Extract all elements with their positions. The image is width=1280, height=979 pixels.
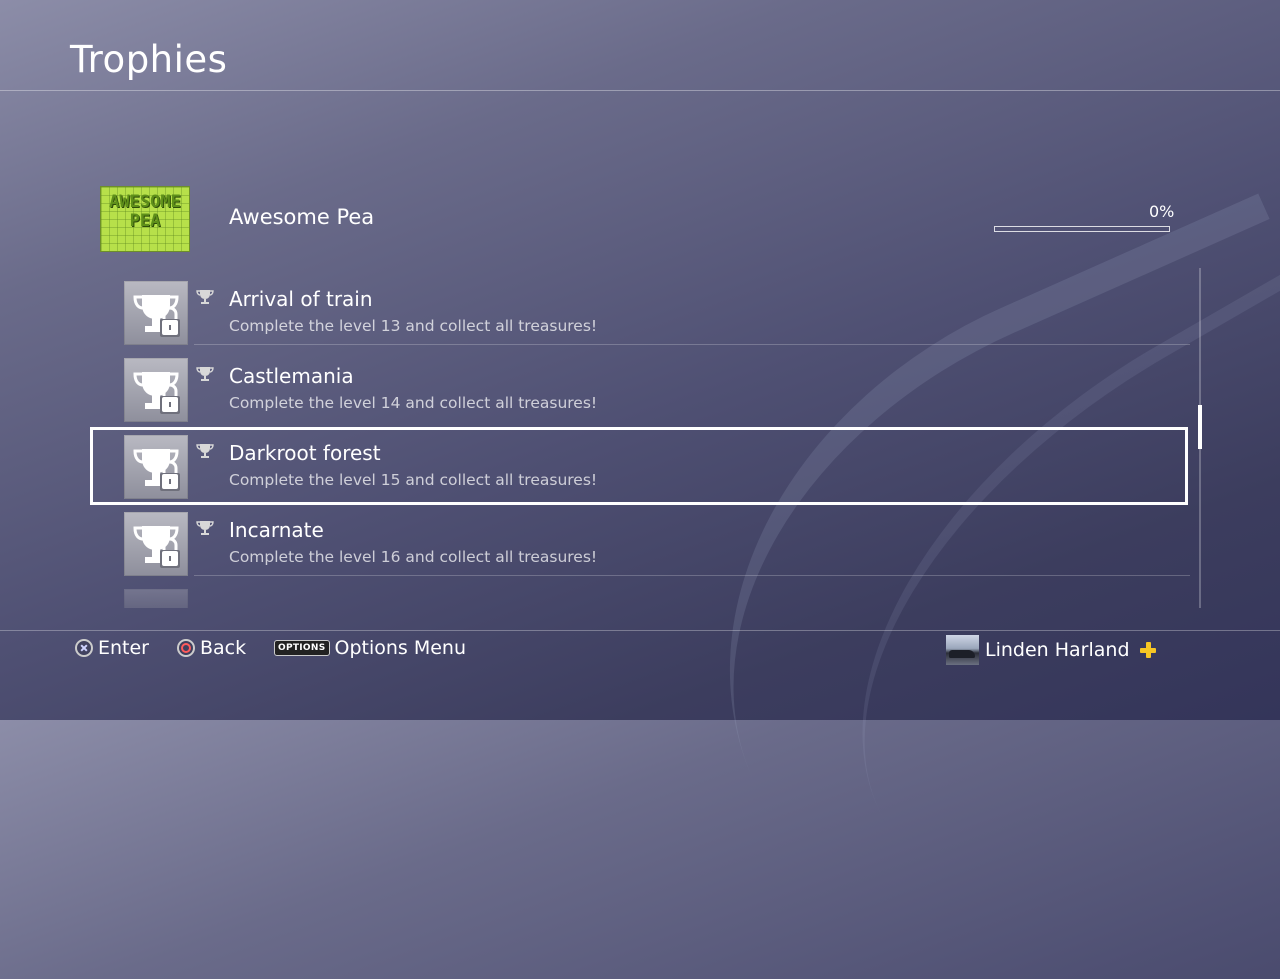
circle-button-icon [177,639,195,657]
trophy-name: Darkroot forest [229,441,381,465]
trophy-description: Complete the level 15 and collect all tr… [229,471,598,489]
trophy-name: Incarnate [229,518,324,542]
options-button-icon: OPTIONS [274,640,330,656]
game-art-logo: AWESOME PEA [109,192,181,231]
enter-label: Enter [98,637,149,659]
page-title: Trophies [70,38,228,81]
locked-trophy-image [124,358,188,422]
trophy-row-partial[interactable] [90,576,1190,608]
scrollbar-thumb[interactable] [1198,405,1202,449]
back-label: Back [200,637,247,659]
options-hint[interactable]: OPTIONS Options Menu [274,637,466,659]
trophy-list: Arrival of train Complete the level 13 a… [90,268,1190,608]
footer-divider [0,630,1280,631]
selection-highlight [90,427,1188,505]
bronze-trophy-icon [196,521,214,535]
locked-trophy-image [124,281,188,345]
game-name: Awesome Pea [229,205,375,229]
locked-trophy-image [124,512,188,576]
enter-hint[interactable]: Enter [75,637,149,659]
user-profile[interactable]: Linden Harland [946,634,1156,666]
trophy-description: Complete the level 13 and collect all tr… [229,317,598,335]
header-divider [0,90,1280,91]
user-name: Linden Harland [985,639,1130,661]
bronze-trophy-icon [196,367,214,381]
trophy-row[interactable]: Arrival of train Complete the level 13 a… [90,268,1190,345]
avatar [946,635,979,665]
bronze-trophy-icon [196,444,214,458]
progress-percent: 0% [1149,202,1175,221]
locked-trophy-image [124,435,188,499]
trophy-row-selected[interactable]: Darkroot forest Complete the level 15 an… [90,422,1190,505]
bronze-trophy-icon [196,290,214,304]
trophy-name: Castlemania [229,364,354,388]
progress-bar [994,226,1170,232]
back-hint[interactable]: Back [177,637,246,659]
game-header: AWESOME PEA Awesome Pea 0% [100,186,1180,252]
trophy-description: Complete the level 16 and collect all tr… [229,548,598,566]
trophy-description: Complete the level 14 and collect all tr… [229,394,598,412]
ps-plus-icon [1139,642,1156,658]
trophy-row[interactable]: Incarnate Complete the level 16 and coll… [90,499,1190,576]
game-art: AWESOME PEA [100,186,190,252]
cross-button-icon [75,639,93,657]
options-label: Options Menu [334,637,467,659]
trophy-name: Arrival of train [229,287,373,311]
locked-trophy-image [124,589,188,608]
trophy-row[interactable]: Castlemania Complete the level 14 and co… [90,345,1190,422]
